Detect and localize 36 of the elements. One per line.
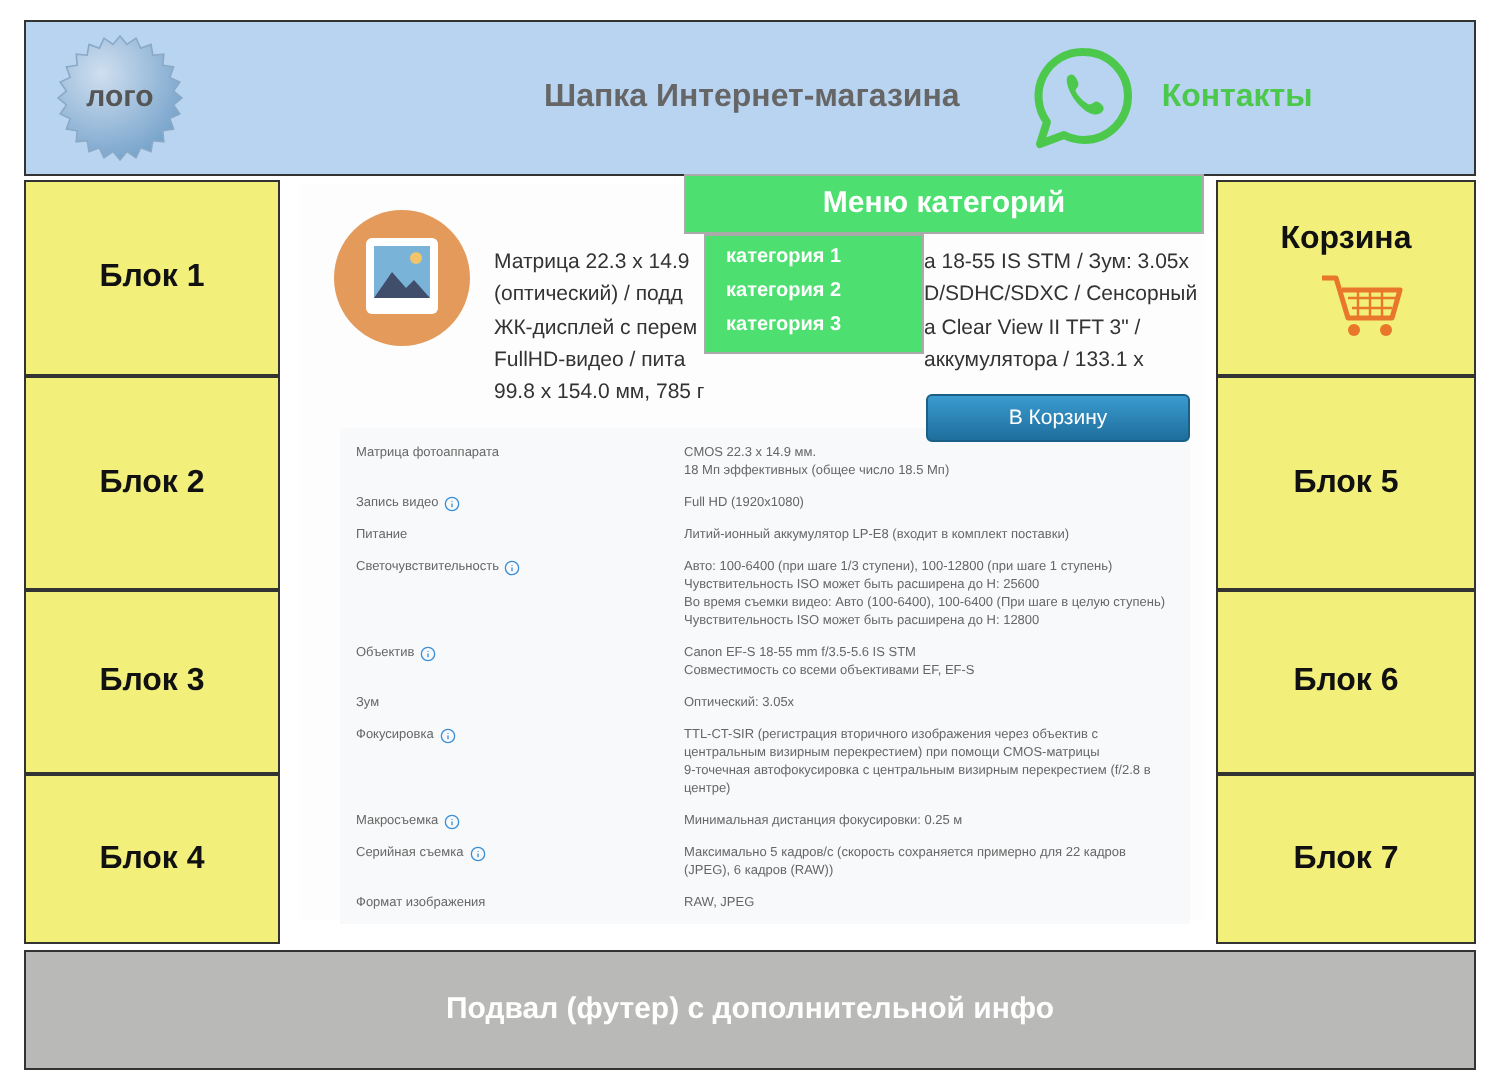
description-text: a Clear View II TFT 3" / [924, 313, 1141, 344]
category-item[interactable]: категория 1 [726, 242, 842, 274]
menu-title: Меню категорий [822, 183, 1066, 224]
category-item[interactable]: категория 2 [726, 276, 842, 308]
block-label: Блок 6 [1293, 662, 1399, 702]
block-label: Блок 4 [99, 839, 205, 879]
logo-badge-icon [56, 34, 184, 162]
block-label: Блок 3 [99, 662, 205, 702]
block-label: Блок 2 [99, 463, 205, 503]
description-text: аккумулятора / 133.1 x [924, 345, 1144, 376]
image-placeholder-icon [334, 210, 470, 346]
block-label: Блок 5 [1293, 463, 1399, 503]
site-title: Шапка Интернет-магазина [544, 78, 960, 118]
cart-icon[interactable] [1318, 272, 1406, 340]
description-text: D/SDHC/SDXC / Сенсорный [924, 280, 1198, 311]
category-menu-header[interactable]: Меню категорий [684, 174, 1204, 234]
footer-text: Подвал (футер) с дополнительной инфо [445, 989, 1055, 1030]
add-to-cart-button[interactable]: В Корзину [926, 394, 1190, 443]
info-icon[interactable] [469, 846, 486, 863]
description-text: Матрица 22.3 x 14.9 [494, 248, 690, 278]
info-icon[interactable] [444, 814, 461, 831]
info-icon[interactable] [504, 560, 521, 577]
block-label: Корзина [1280, 220, 1412, 260]
block-label: Блок 1 [99, 258, 205, 298]
description-text: FullHD-видео / пита [494, 345, 686, 376]
info-icon[interactable] [439, 728, 456, 745]
logo-text[interactable]: лого [86, 75, 154, 121]
contacts-link[interactable]: Контакты [1161, 74, 1313, 122]
category-item[interactable]: категория 3 [726, 310, 842, 342]
description-text: ЖК-дисплей с перем [494, 313, 698, 344]
description-text: 99.8 x 154.0 мм, 785 г [494, 378, 705, 409]
description-text: (оптический) / подд [494, 280, 683, 311]
description-text: а 18-55 IS STM / Зум: 3.05x [924, 248, 1189, 278]
info-icon[interactable] [444, 496, 461, 513]
block-label: Блок 7 [1293, 839, 1399, 879]
info-icon[interactable] [420, 646, 437, 663]
